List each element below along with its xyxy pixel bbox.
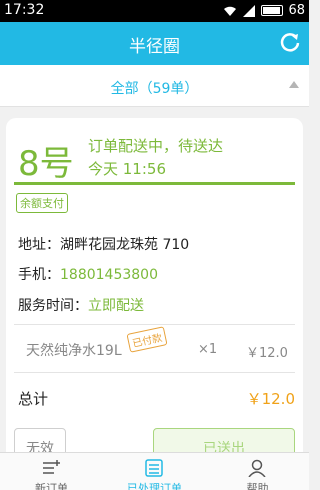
refresh-icon[interactable] [279,32,301,54]
service-time-value: 立即配送 [88,298,144,314]
total-value: ￥12.0 [246,390,295,408]
divider [14,372,295,373]
order-card: 8号 订单配送中，待送达 今天 11:56 余额支付 地址：湖畔花园龙珠苑 71… [6,118,303,478]
tab-label: 新订单 [35,482,68,490]
status-divider [14,182,295,185]
new-order-icon [43,460,60,474]
app-header: 半径圈 [0,22,309,65]
battery-level: 68 [288,3,305,18]
order-time: 今天 11:56 [88,160,166,178]
tab-help[interactable]: 帮助 [206,453,309,490]
order-number: 8号 [18,144,74,184]
address-value: 湖畔花园龙珠苑 710 [60,237,190,253]
tab-new-orders[interactable]: 新订单 [0,453,103,490]
status-icons: 68 [223,3,305,18]
total-label: 总计 [18,390,49,408]
status-bar: 17:32 68 [0,0,309,22]
battery-icon [261,5,284,16]
user-icon [248,459,266,477]
phone-link[interactable]: 18801453800 [60,267,158,283]
service-time-label: 服务时间： [18,298,88,314]
phone-line: 手机：18801453800 [18,264,158,284]
address-line: 地址：湖畔花园龙珠苑 710 [18,234,189,254]
wifi-icon [224,6,237,16]
item-name: 天然纯净水19L [26,343,122,359]
caret-up-icon [289,81,299,88]
service-time-line: 服务时间：立即配送 [18,295,144,315]
paid-stamp: 已付款 [126,326,168,353]
tab-processed-orders[interactable]: 已处理订单 [103,453,206,490]
address-label: 地址： [18,237,60,253]
filter-label: 全部（59单） [110,81,199,97]
payment-badge: 余额支付 [16,193,68,213]
status-time: 17:32 [4,2,45,18]
order-list-icon [145,459,163,477]
app-title: 半径圈 [129,37,180,57]
tab-label: 帮助 [246,482,269,490]
signal-icon [243,4,256,17]
item-price: ￥12.0 [246,346,288,361]
order-status: 订单配送中，待送达 [88,137,224,155]
divider [14,324,295,325]
bottom-tab-bar: 新订单 已处理订单 帮助 [0,452,309,490]
phone-label: 手机： [18,267,60,283]
tab-label: 已处理订单 [127,482,182,490]
filter-dropdown[interactable]: 全部（59单） [0,65,309,107]
item-quantity: ×1 [198,342,218,357]
